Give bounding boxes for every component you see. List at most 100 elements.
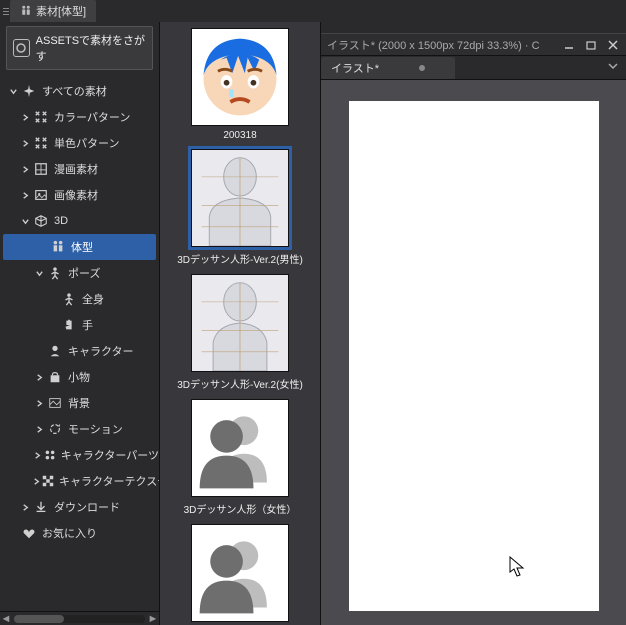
cube-icon <box>32 214 50 228</box>
panel-tab-materials[interactable]: 素材[体型] <box>10 0 96 22</box>
panel-tab-bar: 素材[体型] <box>0 0 626 22</box>
tree-item-13[interactable]: モーション <box>0 416 159 442</box>
material-item-0[interactable]: 200318 <box>160 28 320 141</box>
tree-item-label: 小物 <box>68 369 90 385</box>
material-thumbnail <box>191 274 289 372</box>
modified-indicator-icon <box>419 65 425 71</box>
tree-item-label: キャラクターテクスチャ <box>59 473 159 489</box>
texture-icon <box>41 474 55 488</box>
maximize-button[interactable] <box>584 38 598 52</box>
tree-item-label: カラーパターン <box>54 109 130 125</box>
tree-item-6[interactable]: 体型 <box>3 234 156 260</box>
tree-item-14[interactable]: キャラクターパーツ <box>0 442 159 468</box>
chevron-down-icon <box>18 217 32 226</box>
chevron-right-icon <box>18 139 32 148</box>
tree-item-label: すべての素材 <box>42 83 107 99</box>
person-icon <box>46 266 64 280</box>
chevron-right-icon <box>18 113 32 122</box>
material-thumbnail <box>191 28 289 126</box>
tree-item-16[interactable]: ダウンロード <box>0 494 159 520</box>
tree-item-label: ダウンロード <box>54 499 120 515</box>
minimize-button[interactable] <box>562 38 576 52</box>
document-tab-bar: イラスト* <box>321 56 626 80</box>
material-label: 3Dデッサン人形-Ver.2(女性) <box>175 376 305 391</box>
tree-item-10[interactable]: キャラクター <box>0 338 159 364</box>
tree-item-4[interactable]: 画像素材 <box>0 182 159 208</box>
material-thumbnail <box>191 399 289 497</box>
material-item-3[interactable]: 3Dデッサン人形（女性） <box>160 399 320 516</box>
assets-search-button[interactable]: ASSETSで素材をさがす <box>6 26 153 70</box>
canvas-panel: イラスト* (2000 x 1500px 72dpi 33.3%) · C イラ… <box>320 22 626 625</box>
canvas-window-titlebar[interactable]: イラスト* (2000 x 1500px 72dpi 33.3%) · C <box>321 34 626 56</box>
scroll-left-arrow-icon[interactable]: ◄ <box>0 613 12 625</box>
canvas-viewport[interactable] <box>321 80 626 625</box>
tree-item-label: モーション <box>68 421 123 437</box>
panel-tab-label: 素材[体型] <box>36 3 86 19</box>
document-tab-dropdown[interactable] <box>600 61 626 74</box>
drag-handle-icon[interactable] <box>0 8 10 15</box>
tree-item-label: 漫画素材 <box>54 161 98 177</box>
material-tree-sidebar: ASSETSで素材をさがす すべての素材カラーパターン単色パターン漫画素材画像素… <box>0 22 160 625</box>
tree-item-1[interactable]: カラーパターン <box>0 104 159 130</box>
tree-item-15[interactable]: キャラクターテクスチャ <box>0 468 159 494</box>
tree-item-2[interactable]: 単色パターン <box>0 130 159 156</box>
tree-item-label: 全身 <box>82 291 104 307</box>
sidebar-h-scrollbar[interactable]: ◄ ► <box>0 611 159 625</box>
material-thumbnail <box>191 524 289 622</box>
scroll-right-arrow-icon[interactable]: ► <box>147 613 159 625</box>
tree-item-17[interactable]: お気に入り <box>0 520 159 546</box>
chevron-right-icon <box>32 399 46 408</box>
tree-item-3[interactable]: 漫画素材 <box>0 156 159 182</box>
material-list: 200318 3Dデッサン人形-Ver.2(男性) 3Dデッサン人形-Ver.2(女… <box>160 22 320 625</box>
material-thumbnail <box>191 149 289 247</box>
canvas-paper[interactable] <box>349 101 599 611</box>
chevron-down-icon <box>608 61 618 71</box>
tree-item-11[interactable]: 小物 <box>0 364 159 390</box>
download-icon <box>32 500 50 514</box>
chevron-right-icon <box>32 373 46 382</box>
chevron-right-icon <box>32 451 43 460</box>
tree-item-label: 体型 <box>71 239 93 255</box>
tree-item-label: 画像素材 <box>54 187 98 203</box>
tree-item-9[interactable]: 手 <box>0 312 159 338</box>
tree-item-label: 単色パターン <box>54 135 119 151</box>
scroll-thumb[interactable] <box>14 615 64 623</box>
tree-item-label: キャラクター <box>68 343 134 359</box>
material-item-2[interactable]: 3Dデッサン人形-Ver.2(女性) <box>160 274 320 391</box>
tree-item-5[interactable]: 3D <box>0 208 159 234</box>
document-tab-label: イラスト* <box>331 60 379 76</box>
tree-item-12[interactable]: 背景 <box>0 390 159 416</box>
chevron-right-icon <box>18 191 32 200</box>
motion-icon <box>46 422 64 436</box>
chevron-right-icon <box>32 425 46 434</box>
person-icon <box>60 292 78 306</box>
pattern-icon <box>32 110 50 124</box>
bg-icon <box>46 396 64 410</box>
document-tab[interactable]: イラスト* <box>321 57 455 79</box>
canvas-window-title: イラスト* (2000 x 1500px 72dpi 33.3%) · C <box>327 37 562 53</box>
pattern-icon <box>32 136 50 150</box>
material-label: 200318 <box>175 130 305 141</box>
chevron-right-icon <box>18 503 32 512</box>
image-icon <box>32 188 50 202</box>
scroll-track[interactable] <box>14 615 145 623</box>
material-label: 3Dデッサン人形-Ver.2(男性) <box>175 251 305 266</box>
tree-item-7[interactable]: ポーズ <box>0 260 159 286</box>
tree-item-label: お気に入り <box>42 525 97 541</box>
char-icon <box>46 344 64 358</box>
material-item-4[interactable] <box>160 524 320 625</box>
heart-icon <box>20 526 38 540</box>
chevron-down-icon <box>32 269 46 278</box>
chevron-right-icon <box>32 477 41 486</box>
tree-item-label: 背景 <box>68 395 90 411</box>
hand-icon <box>60 318 78 332</box>
tree-item-label: キャラクターパーツ <box>61 447 159 463</box>
bag-icon <box>46 370 64 384</box>
tree-item-8[interactable]: 全身 <box>0 286 159 312</box>
close-button[interactable] <box>606 38 620 52</box>
material-item-1[interactable]: 3Dデッサン人形-Ver.2(男性) <box>160 149 320 266</box>
tree-item-0[interactable]: すべての素材 <box>0 78 159 104</box>
material-tree: すべての素材カラーパターン単色パターン漫画素材画像素材 3D 体型ポーズ全身手キャラ… <box>0 74 159 611</box>
assets-search-label: ASSETSで素材をさがす <box>36 32 146 64</box>
panel-icon <box>32 162 50 176</box>
